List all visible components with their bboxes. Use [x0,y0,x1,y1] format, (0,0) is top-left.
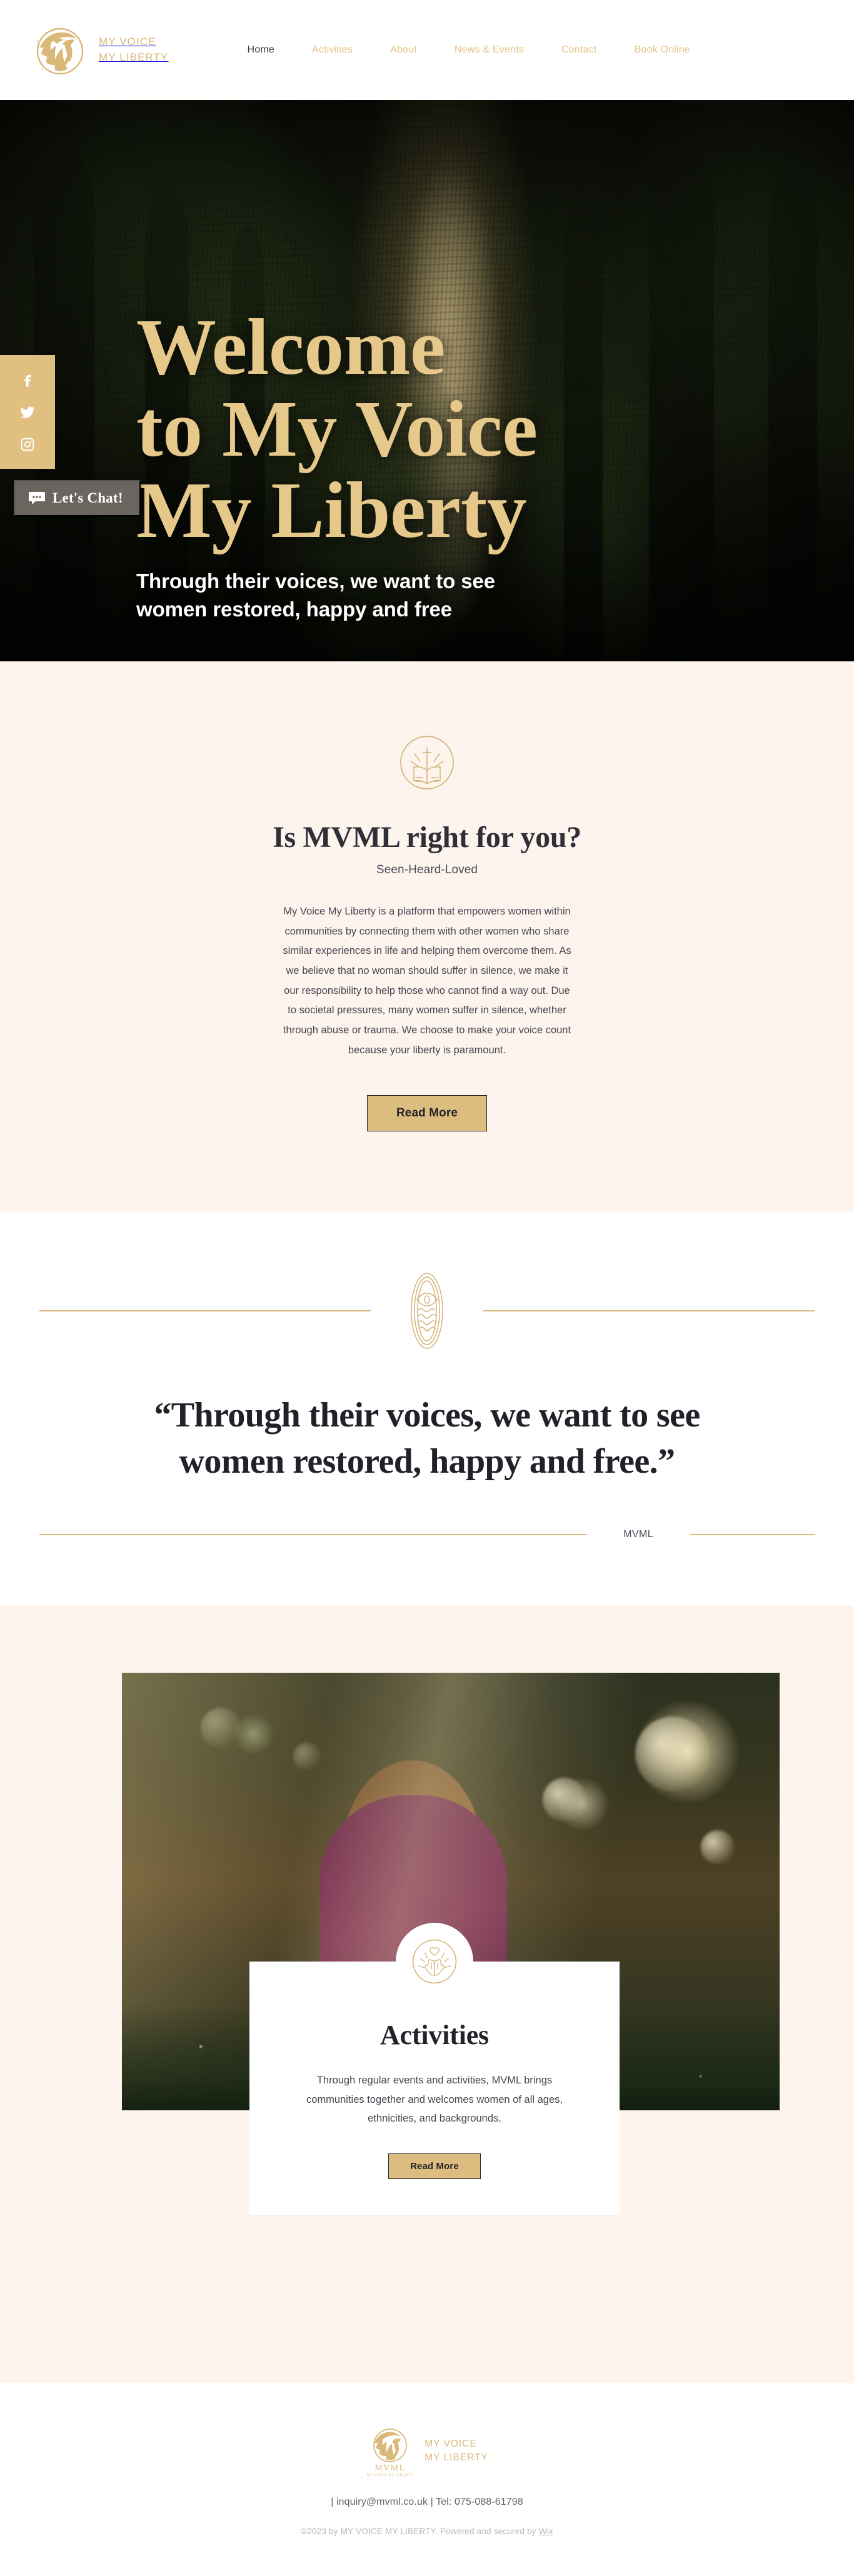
nav-item-activities[interactable]: Activities [293,44,371,56]
footer-logo[interactable]: MVML MY VOICE MY LIBERTY MY VOICE MY LIB… [0,2424,854,2478]
activities-card: Activities Through regular events and ac… [249,1923,620,2215]
hero-subtitle-line-2: women restored, happy and free [136,597,452,621]
footer-copyright: ©2023 by MY VOICE MY LIBERTY. Powered an… [0,2527,854,2536]
logo-line-1: MY VOICE [99,36,156,48]
twitter-icon[interactable] [19,404,36,420]
logo-mark-icon [28,19,90,81]
hands-heart-crest-icon [396,1923,473,2001]
hero-title-line-3: My Liberty [136,466,527,555]
hero-subtitle-line-1: Through their voices, we want to see [136,569,496,593]
eye-oval-ornament-icon [403,1271,451,1350]
lets-chat-label: Let's Chat! [53,490,123,506]
footer-logo-line-1: MY VOICE [424,2438,477,2449]
hero-content: Welcome to My Voice My Liberty Through t… [136,306,538,623]
about-read-more-button[interactable]: Read More [366,1095,488,1132]
site-footer: MVML MY VOICE MY LIBERTY MY VOICE MY LIB… [0,2383,854,2576]
divider-rule-right [483,1310,815,1312]
hero-section: Welcome to My Voice My Liberty Through t… [0,100,854,661]
quote-section: “Through their voices, we want to see wo… [0,1211,854,1606]
about-tagline: Seen-Heard-Loved [376,863,478,876]
activities-read-more-button[interactable]: Read More [388,2153,481,2179]
hero-title-line-1: Welcome [136,303,446,391]
wix-link[interactable]: Wix [539,2527,553,2536]
hero-title-line-2: to My Voice [136,384,538,473]
nav-item-home[interactable]: Home [228,44,293,56]
about-heading: Is MVML right for you? [273,821,581,854]
main-navigation: Home Activities About News & Events Cont… [228,44,708,56]
instagram-icon[interactable] [19,436,36,453]
footer-contact-line: | inquiry@mvml.co.uk | Tel: 075-088-6179… [331,2497,523,2508]
logo-line-2: MY LIBERTY [99,51,169,63]
footer-logo-line-2: MY LIBERTY [424,2452,488,2463]
footer-logo-mark-icon: MVML MY VOICE MY LIBERTY [366,2424,414,2478]
divider-rule-left [39,1310,371,1312]
nav-item-about[interactable]: About [371,44,436,56]
attribution-rule-right [690,1534,815,1536]
svg-text:MVML: MVML [375,2463,406,2473]
lets-chat-button[interactable]: Let's Chat! [14,480,141,516]
hero-subtitle: Through their voices, we want to see wom… [136,568,538,624]
quote-attribution-row: MVML [39,1529,815,1540]
open-book-cross-crest-icon [396,731,458,794]
about-body-text: My Voice My Liberty is a platform that e… [283,906,571,1056]
homepage: MY VOICE MY LIBERTY Home Activities Abou… [0,0,854,2576]
activities-section: Activities Through regular events and ac… [0,1605,854,2383]
activities-body-text: Through regular events and activities, M… [306,2075,563,2125]
copyright-text: ©2023 by MY VOICE MY LIBERTY. Powered an… [301,2527,539,2537]
svg-text:MY VOICE MY LIBERTY: MY VOICE MY LIBERTY [367,2473,413,2477]
facebook-icon[interactable] [19,371,36,388]
nav-item-contact[interactable]: Contact [543,44,616,56]
pull-quote-text: “Through their voices, we want to see wo… [154,1396,700,1481]
logo-wordmark: MY VOICE MY LIBERTY [99,34,168,65]
nav-item-news-events[interactable]: News & Events [436,44,543,56]
hero-title: Welcome to My Voice My Liberty [136,306,538,551]
nav-item-book-online[interactable]: Book Online [616,44,709,56]
activities-title: Activities [380,2020,489,2051]
about-section: Is MVML right for you? Seen-Heard-Loved … [0,661,854,1212]
quote-top-divider [39,1271,815,1350]
quote-attribution: MVML [623,1529,653,1540]
chat-bubble-icon [29,491,45,505]
site-header: MY VOICE MY LIBERTY Home Activities Abou… [0,0,854,100]
site-logo[interactable]: MY VOICE MY LIBERTY [28,19,168,81]
social-links-bar [0,355,55,469]
attribution-rule-left [39,1534,588,1536]
footer-wordmark: MY VOICE MY LIBERTY [424,2437,488,2465]
